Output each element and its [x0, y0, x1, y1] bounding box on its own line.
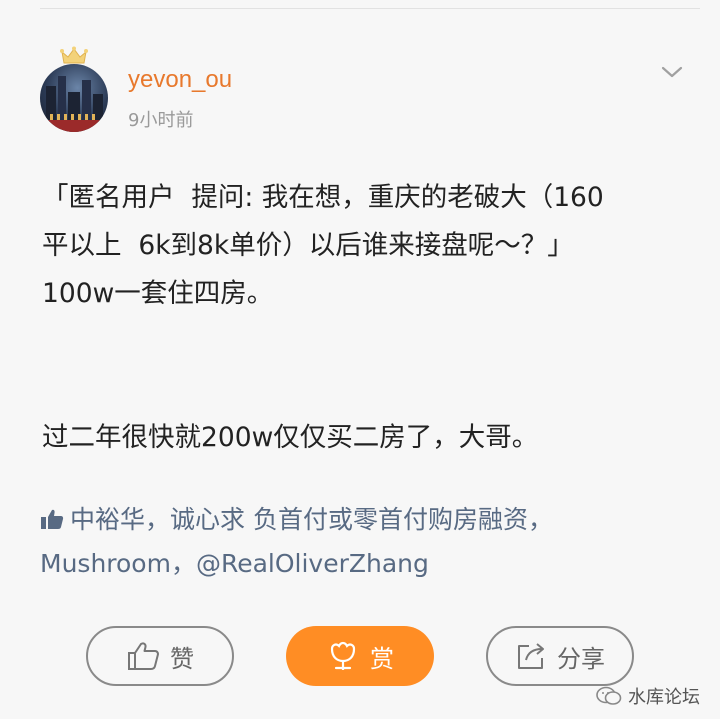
username[interactable]: yevon_ou: [128, 66, 232, 94]
avatar-container[interactable]: [40, 40, 108, 132]
watermark: 水库论坛: [596, 683, 700, 709]
flower-icon: [330, 641, 356, 670]
likes-names-1[interactable]: 中裕华，诚心求 负首付或零首付购房融资，: [70, 505, 553, 534]
share-label: 分享: [557, 644, 605, 673]
like-button[interactable]: 赞: [86, 626, 234, 686]
likes-names-2[interactable]: Mushroom，@RealOliverZhang: [40, 542, 690, 586]
post-line: 过二年很快就200w仅仅买二房了，大哥。: [42, 422, 539, 453]
top-divider: [40, 8, 700, 9]
crown-icon: [60, 46, 88, 64]
reward-button[interactable]: 赏: [286, 626, 434, 686]
share-icon: [518, 643, 544, 669]
post-line: 100w一套住四房。: [42, 278, 274, 309]
thumbs-up-outline-icon: [128, 642, 159, 670]
watermark-text: 水库论坛: [628, 687, 700, 708]
reward-label: 赏: [370, 644, 394, 673]
like-label: 赞: [170, 644, 194, 673]
post-body: 「匿名用户 提问: 我在想，重庆的老破大（160 平以上 6k到8k单价）以后谁…: [42, 174, 682, 462]
chevron-down-icon[interactable]: [660, 64, 684, 80]
post-line: 「匿名用户 提问: 我在想，重庆的老破大（160: [42, 182, 604, 213]
avatar[interactable]: [40, 64, 108, 132]
wechat-icon: [596, 686, 622, 705]
likes-line: 中裕华，诚心求 负首付或零首付购房融资，: [40, 498, 690, 542]
post-time: 9小时前: [128, 110, 194, 131]
share-button[interactable]: 分享: [486, 626, 634, 686]
post-line: 平以上 6k到8k单价）以后谁来接盘呢～？」: [42, 230, 574, 261]
likes-list: 中裕华，诚心求 负首付或零首付购房融资， Mushroom，@RealOlive…: [40, 498, 690, 586]
thumbs-up-icon: [41, 509, 64, 529]
